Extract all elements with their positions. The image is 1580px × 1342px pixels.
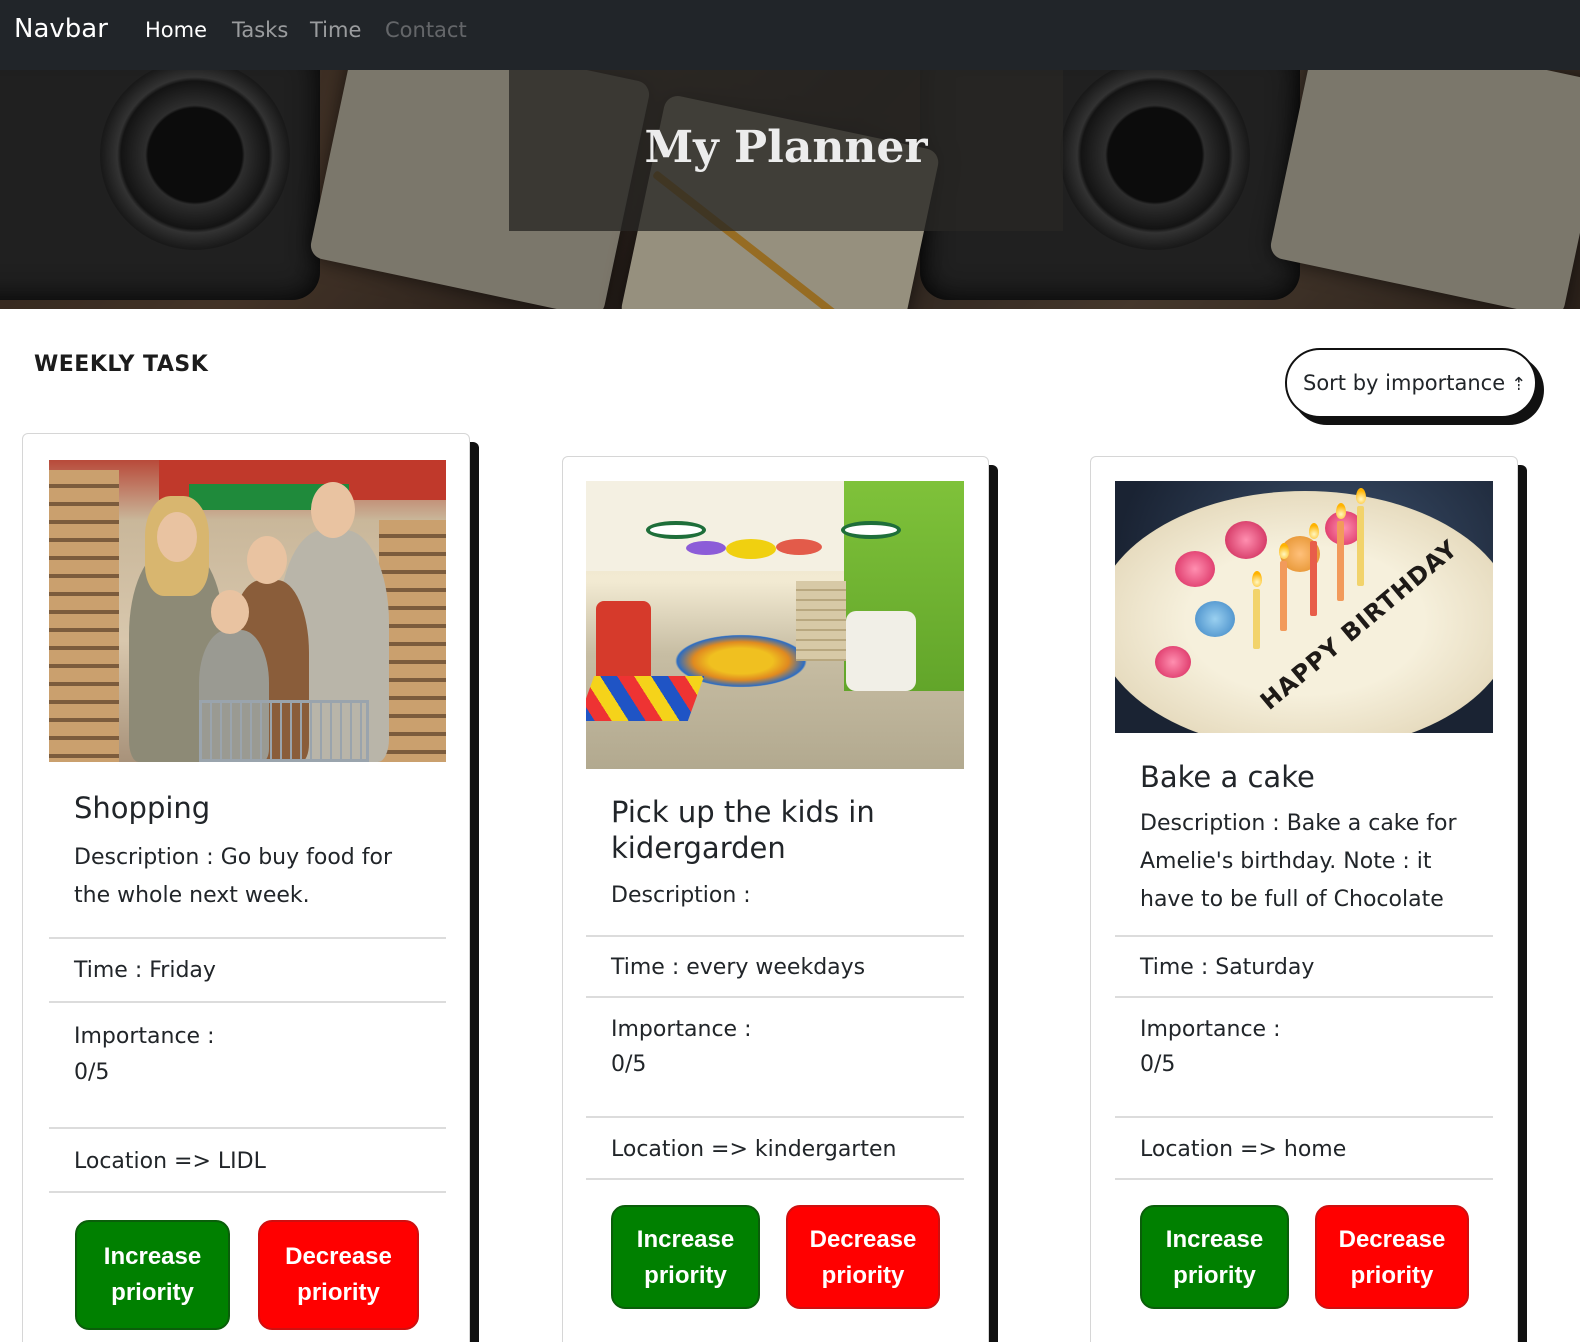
page-title: My Planner bbox=[644, 122, 928, 173]
sort-button-label: Sort by importance bbox=[1303, 371, 1506, 395]
task-location: Location => home bbox=[1140, 1137, 1347, 1162]
task-description: Description : bbox=[611, 883, 751, 908]
shelf-left bbox=[49, 470, 119, 762]
task-title: Pick up the kids in kidergarden bbox=[611, 795, 875, 865]
task-card-kindergarten: Pick up the kids in kidergarden Descript… bbox=[562, 456, 989, 1342]
task-importance-label: Importance : bbox=[74, 1024, 215, 1049]
kg-desk bbox=[846, 611, 916, 691]
face-man bbox=[311, 482, 355, 538]
task-importance-label: Importance : bbox=[611, 1017, 752, 1042]
decrease-priority-button[interactable]: Decrease priority bbox=[1315, 1205, 1469, 1309]
decrease-label-line1: Decrease bbox=[1338, 1226, 1446, 1253]
task-card-shopping: Shopping Description : Go buy food for t… bbox=[22, 433, 470, 1342]
kg-stairs bbox=[796, 581, 846, 661]
increase-label-line1: Increase bbox=[103, 1243, 202, 1270]
decrease-label-line2: priority bbox=[1350, 1262, 1434, 1289]
task-location: Location => kindergarten bbox=[611, 1137, 897, 1162]
candle-flame bbox=[1309, 523, 1319, 539]
candle bbox=[1280, 561, 1287, 631]
face-toddler bbox=[211, 590, 249, 634]
cake-rose bbox=[1155, 646, 1191, 678]
navbar-brand[interactable]: Navbar bbox=[14, 14, 108, 44]
face-woman-front bbox=[157, 512, 197, 562]
task-importance-value: 0/5 bbox=[1140, 1052, 1176, 1077]
decrease-priority-button[interactable]: Decrease priority bbox=[786, 1205, 940, 1309]
task-importance-value: 0/5 bbox=[611, 1052, 647, 1077]
candle bbox=[1310, 541, 1317, 616]
task-title: Shopping bbox=[74, 791, 211, 825]
kg-lamp-yellow bbox=[726, 539, 776, 559]
face-boy bbox=[247, 536, 287, 584]
decrease-label-line1: Decrease bbox=[809, 1226, 917, 1253]
card-divider bbox=[586, 935, 964, 937]
card-divider bbox=[1115, 996, 1493, 998]
card-divider bbox=[1115, 1178, 1493, 1180]
candle-flame bbox=[1336, 503, 1346, 519]
birthday-cake-photo: HAPPY BIRTHDAY bbox=[1115, 481, 1493, 733]
card-divider bbox=[49, 1191, 446, 1193]
hero-title-box: My Planner bbox=[509, 70, 1063, 231]
nav-link-time[interactable]: Time bbox=[310, 18, 361, 42]
increase-label-line2: priority bbox=[111, 1279, 194, 1306]
card-divider bbox=[49, 937, 446, 939]
card-divider bbox=[49, 1001, 446, 1003]
increase-label-line2: priority bbox=[644, 1262, 727, 1289]
card-divider bbox=[1115, 1116, 1493, 1118]
increase-priority-button[interactable]: Increase priority bbox=[611, 1205, 760, 1309]
task-importance-value: 0/5 bbox=[74, 1060, 110, 1085]
candle-flame bbox=[1252, 571, 1262, 587]
decrease-label-line2: priority bbox=[821, 1262, 905, 1289]
task-title: Bake a cake bbox=[1140, 760, 1315, 794]
top-navbar: Navbar Home Tasks Time Contact bbox=[0, 0, 1580, 70]
increase-label-line1: Increase bbox=[1165, 1226, 1264, 1253]
task-time: Time : every weekdays bbox=[611, 955, 866, 980]
increase-priority-button[interactable]: Increase priority bbox=[75, 1220, 230, 1330]
card-divider bbox=[586, 996, 964, 998]
kg-lamp-red bbox=[776, 539, 822, 555]
task-description: Description : Bake a cake for Amelie's b… bbox=[1140, 811, 1457, 912]
candle-flame bbox=[1356, 488, 1366, 504]
increase-label-line1: Increase bbox=[636, 1226, 735, 1253]
card-divider bbox=[49, 1127, 446, 1129]
candle-flame bbox=[1279, 543, 1289, 559]
decrease-label-line1: Decrease bbox=[285, 1243, 392, 1270]
cake-rose bbox=[1225, 521, 1267, 559]
kg-lamp-purple bbox=[686, 541, 726, 555]
task-location: Location => LIDL bbox=[74, 1149, 266, 1174]
cake-top bbox=[1115, 491, 1493, 733]
cake-rose bbox=[1195, 601, 1235, 637]
task-importance-label: Importance : bbox=[1140, 1017, 1281, 1042]
increase-label-line2: priority bbox=[1173, 1262, 1256, 1289]
arrow-up-icon: ⇡ bbox=[1511, 374, 1527, 395]
task-time: Time : Saturday bbox=[1140, 955, 1315, 980]
card-divider bbox=[1115, 935, 1493, 937]
candle bbox=[1357, 506, 1364, 586]
nav-link-contact[interactable]: Contact bbox=[385, 18, 467, 42]
task-time: Time : Friday bbox=[74, 958, 216, 983]
candle bbox=[1253, 589, 1260, 649]
task-card-bake-cake: HAPPY BIRTHDAY Bake a cake Description :… bbox=[1090, 456, 1518, 1342]
kg-lamp-white bbox=[646, 521, 706, 539]
increase-priority-button[interactable]: Increase priority bbox=[1140, 1205, 1289, 1309]
decrease-label-line2: priority bbox=[297, 1279, 380, 1306]
shelf-right bbox=[379, 520, 446, 762]
shopping-photo bbox=[49, 460, 446, 762]
hero-banner: My Planner bbox=[0, 70, 1580, 309]
kindergarten-photo bbox=[586, 481, 964, 769]
section-heading: WEEKLY TASK bbox=[34, 352, 209, 377]
sort-by-importance-button[interactable]: Sort by importance ⇡ bbox=[1285, 348, 1537, 418]
decrease-priority-button[interactable]: Decrease priority bbox=[258, 1220, 419, 1330]
card-divider bbox=[586, 1116, 964, 1118]
kg-play-mat bbox=[586, 676, 705, 721]
card-divider bbox=[586, 1178, 964, 1180]
nav-link-tasks[interactable]: Tasks bbox=[232, 18, 288, 42]
candle bbox=[1337, 521, 1344, 601]
kg-lamp-white bbox=[841, 521, 901, 539]
shopping-cart bbox=[199, 700, 369, 762]
nav-link-home[interactable]: Home bbox=[145, 18, 207, 42]
cake-rose bbox=[1175, 551, 1215, 587]
task-description: Description : Go buy food for the whole … bbox=[74, 845, 392, 908]
